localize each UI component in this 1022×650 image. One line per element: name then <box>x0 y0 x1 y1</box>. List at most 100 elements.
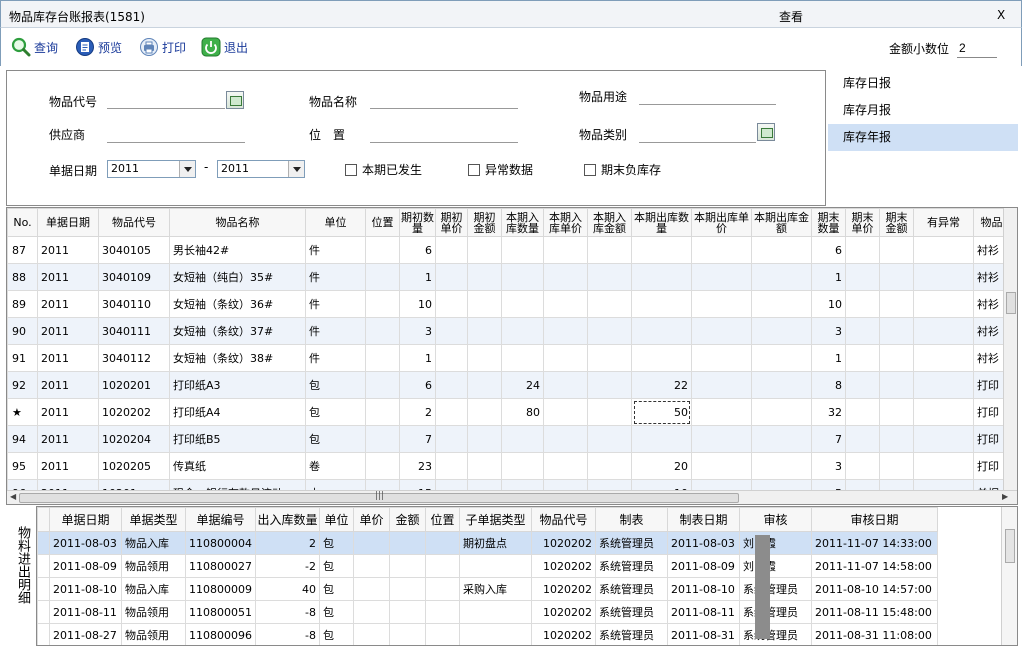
table-cell[interactable]: 3040109 <box>98 263 170 291</box>
grid-column-header[interactable]: 期末数量 <box>811 208 846 237</box>
detail-row[interactable]: 2011-08-09 物品领用 110800027 -2 包 1020202 系统管理员 20… <box>37 554 938 578</box>
row-number-cell[interactable]: 94 <box>7 425 38 453</box>
detail-cell[interactable] <box>389 554 426 578</box>
detail-cell[interactable]: 刘 霞 <box>739 531 812 555</box>
table-cell[interactable] <box>631 290 692 318</box>
detail-cell[interactable]: 2011-08-27 <box>49 623 122 645</box>
detail-cell[interactable]: 1020202 <box>531 531 596 555</box>
detail-row[interactable]: 2011-08-11 物品领用 110800051 -8 包 1020202 系统管理员 20… <box>37 600 938 624</box>
table-cell[interactable] <box>587 425 632 453</box>
table-cell[interactable]: 包 <box>305 371 366 399</box>
table-cell[interactable] <box>845 263 880 291</box>
detail-cell[interactable]: 110800096 <box>185 623 256 645</box>
table-cell[interactable] <box>631 344 692 372</box>
detail-column-header[interactable]: 制表日期 <box>667 507 740 532</box>
row-number-cell[interactable]: 91 <box>7 344 38 372</box>
row-indicator[interactable] <box>37 577 50 601</box>
table-cell[interactable]: 2011 <box>37 317 99 345</box>
location-input[interactable] <box>370 123 518 143</box>
table-cell[interactable] <box>587 452 632 480</box>
grid-column-header[interactable]: 本期入库金额 <box>587 208 632 237</box>
detail-cell[interactable]: 系统管理员 <box>595 623 668 645</box>
table-cell[interactable]: 6 <box>399 236 436 264</box>
table-cell[interactable] <box>543 317 588 345</box>
grid-column-header[interactable]: No. <box>7 208 38 237</box>
table-row[interactable]: 94 2011 1020204 打印纸B5 包 7 7 打印 <box>7 425 1010 453</box>
detail-row[interactable]: 2011-08-10 物品入库 110800009 40 包采购入库 1020202 系统管… <box>37 577 938 601</box>
checkbox-box[interactable] <box>345 163 357 176</box>
detail-cell[interactable] <box>353 554 390 578</box>
detail-cell[interactable]: 系统管理员 <box>595 577 668 601</box>
table-cell[interactable]: 件 <box>305 317 366 345</box>
detail-column-header[interactable]: 出入库数量 <box>255 507 320 532</box>
row-indicator[interactable] <box>37 554 50 578</box>
grid-column-header[interactable]: 本期出库金额 <box>751 208 812 237</box>
close-button[interactable]: X <box>997 8 1005 22</box>
table-cell[interactable]: 10 <box>399 290 436 318</box>
table-cell[interactable] <box>587 371 632 399</box>
table-cell[interactable] <box>691 290 752 318</box>
table-cell[interactable] <box>631 236 692 264</box>
detail-cell[interactable]: 1020202 <box>531 577 596 601</box>
table-cell[interactable] <box>587 263 632 291</box>
table-cell[interactable] <box>751 398 812 426</box>
detail-cell[interactable]: 1020202 <box>531 623 596 645</box>
detail-cell[interactable]: 包 <box>319 623 354 645</box>
table-cell[interactable]: 包 <box>305 425 366 453</box>
detail-cell[interactable] <box>459 554 532 578</box>
grid-column-header[interactable]: 期初金额 <box>467 208 502 237</box>
detail-cell[interactable] <box>353 600 390 624</box>
table-cell[interactable] <box>467 452 502 480</box>
table-cell[interactable] <box>751 452 812 480</box>
detail-cell[interactable]: 2011-08-11 <box>49 600 122 624</box>
table-cell[interactable]: 8 <box>811 371 846 399</box>
detail-cell[interactable]: 包 <box>319 600 354 624</box>
table-cell[interactable] <box>587 398 632 426</box>
table-cell[interactable] <box>543 425 588 453</box>
detail-vertical-scrollbar[interactable] <box>1001 507 1017 645</box>
detail-cell[interactable]: 2011-08-10 <box>49 577 122 601</box>
table-cell[interactable]: 1 <box>811 344 846 372</box>
table-cell[interactable]: 男长袖42# <box>169 236 306 264</box>
detail-column-header[interactable]: 单位 <box>319 507 354 532</box>
table-cell[interactable]: 2011 <box>37 452 99 480</box>
table-cell[interactable]: 打印纸A4 <box>169 398 306 426</box>
detail-cell[interactable]: 1020202 <box>531 600 596 624</box>
table-cell[interactable]: 1 <box>811 263 846 291</box>
scroll-right-arrow-icon[interactable]: ▶ <box>1002 492 1008 501</box>
detail-cell[interactable]: 物品领用 <box>121 600 186 624</box>
table-cell[interactable] <box>365 290 400 318</box>
detail-cell[interactable] <box>425 600 460 624</box>
table-row[interactable]: 95 2011 1020205 传真纸卷 23 20 3 打印 <box>7 452 1010 480</box>
table-cell[interactable]: 2011 <box>37 236 99 264</box>
detail-row[interactable]: 2011-08-27 物品领用 110800096 -8 包 1020202 系统管理员 20… <box>37 623 938 645</box>
table-cell[interactable] <box>501 236 544 264</box>
table-cell[interactable] <box>587 290 632 318</box>
print-button[interactable]: 打印 <box>139 35 186 59</box>
detail-cell[interactable] <box>389 531 426 555</box>
table-cell[interactable]: 1020205 <box>98 452 170 480</box>
scroll-left-arrow-icon[interactable]: ◀ <box>10 492 16 501</box>
detail-cell[interactable]: 2011-08-31 11:08:00 <box>811 623 938 645</box>
negative-stock-checkbox[interactable]: 期末负库存 <box>584 161 661 178</box>
exit-button[interactable]: 退出 <box>201 35 248 59</box>
table-cell[interactable]: 20 <box>631 452 692 480</box>
table-cell[interactable] <box>751 371 812 399</box>
table-cell[interactable]: 6 <box>811 236 846 264</box>
detail-column-header[interactable]: 单据类型 <box>121 507 186 532</box>
date-to-select[interactable]: 2011 <box>217 160 305 178</box>
occurred-checkbox[interactable]: 本期已发生 <box>345 161 422 178</box>
detail-cell[interactable]: 物品入库 <box>121 531 186 555</box>
detail-cell[interactable]: 采购入库 <box>459 577 532 601</box>
detail-cell[interactable]: 系统管理员 <box>739 623 812 645</box>
table-cell[interactable]: 女短袖（条纹）36# <box>169 290 306 318</box>
table-cell[interactable] <box>845 398 880 426</box>
row-number-cell[interactable]: 90 <box>7 317 38 345</box>
detail-cell[interactable]: -2 <box>255 554 320 578</box>
date-from-select[interactable]: 2011 <box>107 160 196 178</box>
table-cell[interactable] <box>691 425 752 453</box>
table-cell[interactable] <box>587 344 632 372</box>
detail-cell[interactable]: 物品领用 <box>121 554 186 578</box>
table-cell[interactable] <box>631 263 692 291</box>
item-category-picker-button[interactable] <box>757 123 775 141</box>
